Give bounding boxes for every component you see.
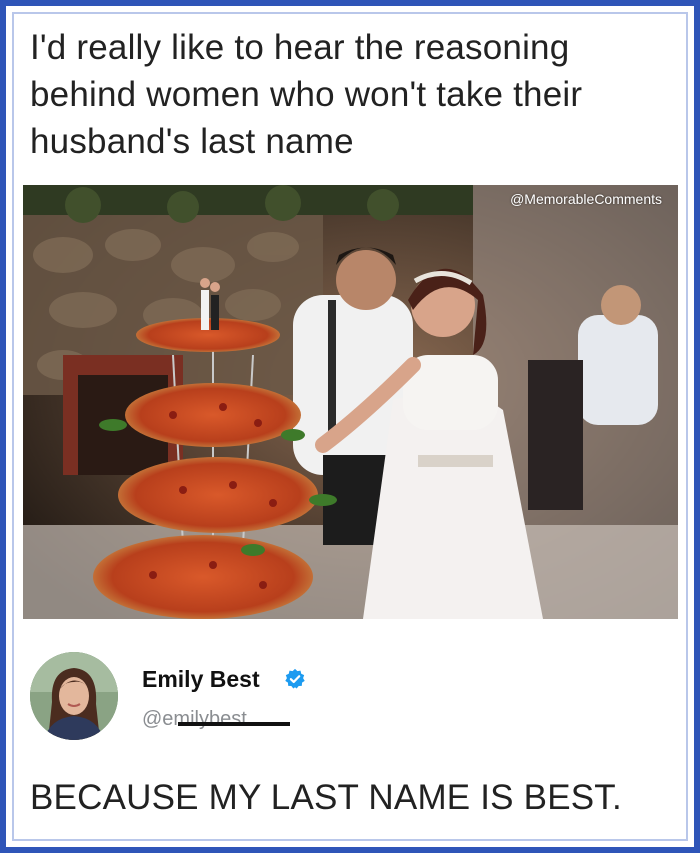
wedding-photo-illustration — [23, 185, 678, 619]
avatar[interactable] — [30, 652, 118, 740]
reply-text: BECAUSE MY LAST NAME IS BEST. — [30, 778, 622, 817]
verified-badge-icon — [285, 668, 305, 689]
post-text: I'd really like to hear the reasoning be… — [30, 28, 583, 161]
wedding-photo: @MemorableComments — [23, 185, 678, 619]
avatar-portrait — [30, 652, 118, 740]
watermark: @MemorableComments — [510, 191, 662, 207]
author-name[interactable]: Emily Best — [142, 666, 260, 693]
author-handle[interactable]: @emilybest — [142, 708, 247, 731]
handle-redaction-bar — [178, 722, 290, 726]
reply-tweet: Emily Best @emilybest BECAUSE MY LAST NA… — [30, 652, 670, 832]
